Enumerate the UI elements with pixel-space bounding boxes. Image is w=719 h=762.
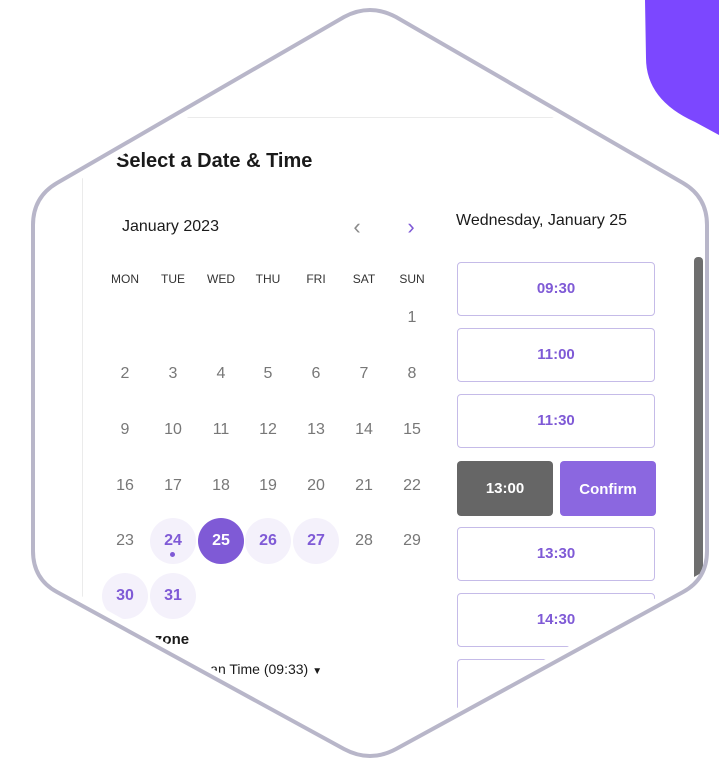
month-label: January 2023 [122, 218, 219, 235]
calendar-day-available[interactable]: 27 [293, 518, 339, 564]
weekday-label: FRI [306, 272, 326, 286]
next-month-icon[interactable]: › [398, 214, 424, 240]
calendar-day: 9 [120, 421, 130, 438]
time-slot-button[interactable]: 11:30 [457, 394, 655, 448]
weekday-label: MON [111, 272, 139, 286]
calendar-day-available[interactable]: 30 [102, 573, 148, 619]
calendar-day: 2 [120, 365, 130, 382]
calendar-day: 21 [355, 477, 373, 494]
calendar-day: 3 [168, 365, 178, 382]
calendar-day: 17 [164, 477, 182, 494]
panel-left-border [82, 117, 83, 756]
calendar-day: 20 [307, 477, 325, 494]
weekday-label: TUE [161, 272, 185, 286]
calendar-day: 14 [355, 421, 373, 438]
page-title: Select a Date & Time [116, 150, 313, 172]
calendar-day: 4 [216, 365, 226, 382]
time-slot-button[interactable]: 14:30 [457, 593, 655, 647]
timezone-title: Time zone [116, 631, 190, 648]
calendar-day-selected[interactable]: 25 [198, 518, 244, 564]
time-slot-button[interactable]: 13:30 [457, 527, 655, 581]
scheduler-window: Select a Date & Time January 2023 ‹ › MO… [38, 12, 703, 756]
calendar-day: 28 [355, 532, 373, 549]
time-slots-scrollbar[interactable] [694, 257, 703, 727]
weekday-label: SUN [399, 272, 425, 286]
hexagon-frame: Select a Date & Time January 2023 ‹ › MO… [0, 0, 719, 762]
calendar-day: 1 [407, 309, 417, 326]
weekday-label: THU [255, 272, 281, 286]
calendar-day: 15 [403, 421, 421, 438]
previous-month-icon[interactable]: ‹ [344, 214, 370, 240]
today-indicator-dot [170, 552, 175, 557]
calendar-day: 7 [359, 365, 369, 382]
calendar-day: 13 [307, 421, 325, 438]
calendar-day: 23 [116, 532, 134, 549]
selected-time-slot[interactable]: 13:00 [457, 461, 553, 516]
caret-down-icon: ▼ [312, 666, 323, 677]
calendar-day: 10 [164, 421, 182, 438]
calendar-day: 11 [212, 421, 230, 438]
calendar-day: 6 [311, 365, 321, 382]
calendar-day: 19 [259, 477, 277, 494]
timezone-value: Central European Time (09:33) [116, 661, 309, 677]
calendar-day: 16 [116, 477, 134, 494]
calendar-day: 22 [403, 477, 421, 494]
confirm-button[interactable]: Confirm [560, 461, 656, 516]
brand-corner-shape [645, 0, 719, 135]
weekday-label: SAT [352, 272, 376, 286]
calendar-day-available[interactable]: 24 [150, 518, 196, 564]
panel-top-border [82, 117, 703, 118]
time-slot-button[interactable] [457, 659, 655, 713]
calendar-day: 12 [259, 421, 277, 438]
selected-date-heading: Wednesday, January 25 [456, 212, 628, 229]
calendar-day-available[interactable]: 31 [150, 573, 196, 619]
calendar-day-available[interactable]: 26 [245, 518, 291, 564]
calendar-day: 29 [403, 532, 421, 549]
calendar-day: 5 [263, 365, 273, 382]
timezone-select[interactable]: Central European Time (09:33) ▼ [116, 661, 322, 677]
calendar-day: 18 [212, 477, 230, 494]
time-slot-button[interactable]: 09:30 [457, 262, 655, 316]
calendar-day: 8 [407, 365, 417, 382]
weekday-label: WED [207, 272, 235, 286]
time-slot-button[interactable]: 11:00 [457, 328, 655, 382]
